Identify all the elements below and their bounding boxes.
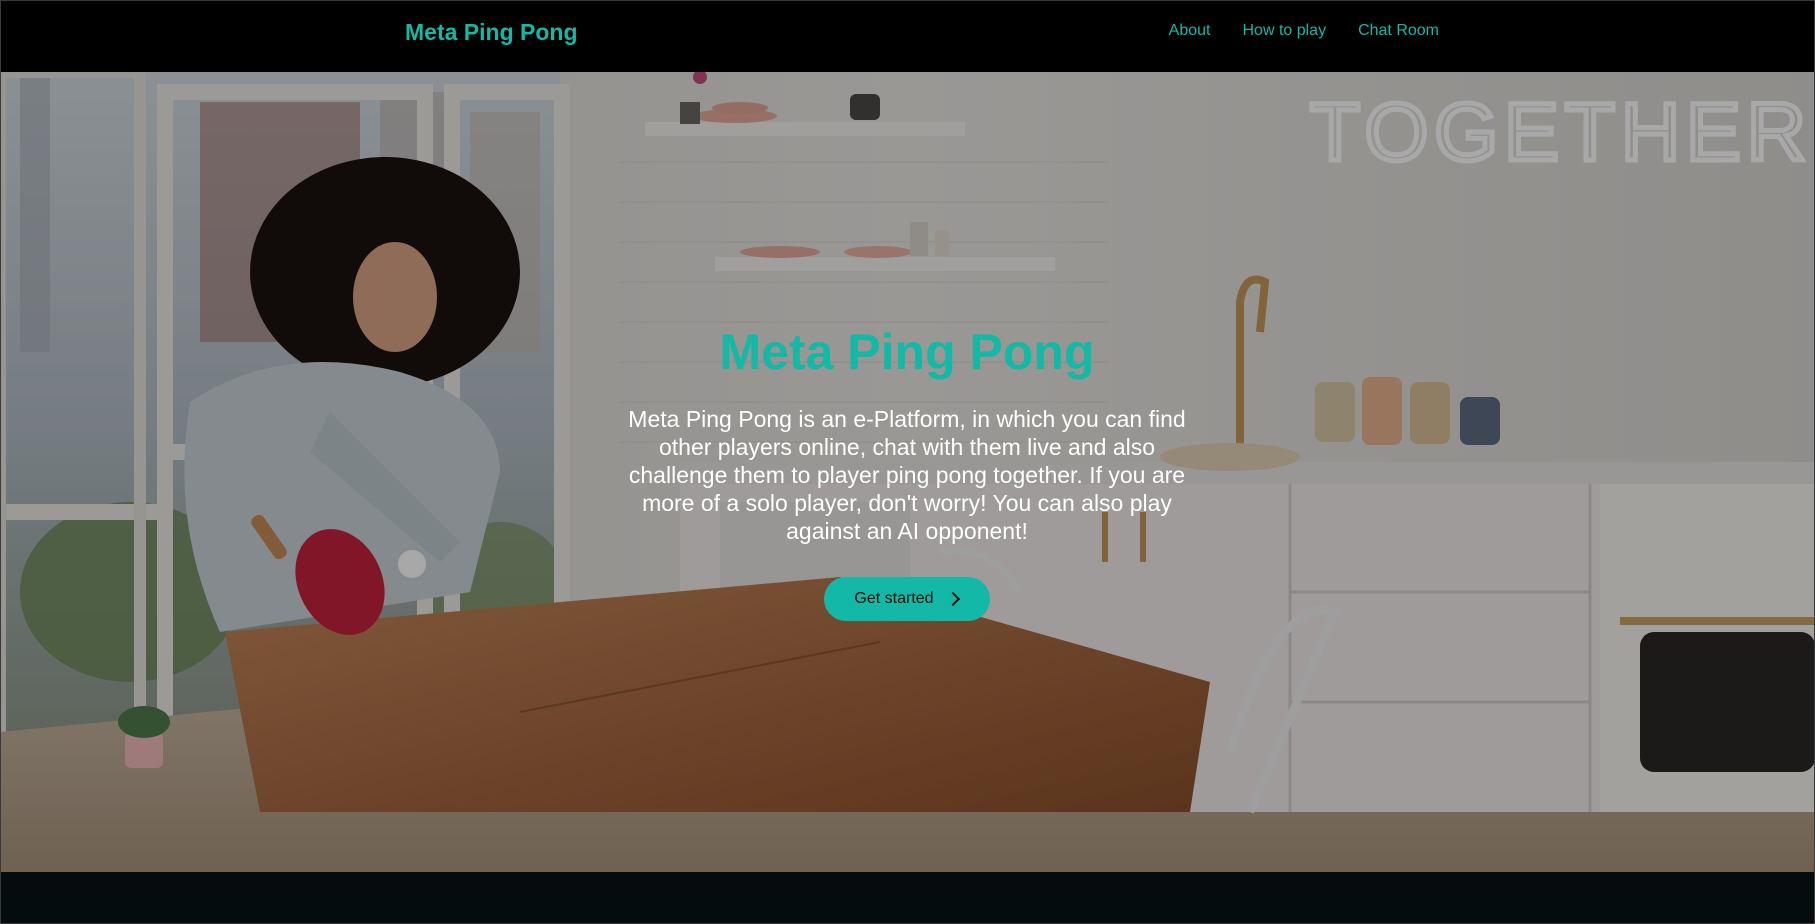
hero-title: Meta Ping Pong <box>719 324 1095 380</box>
nav-link-about[interactable]: About <box>1169 21 1211 41</box>
hero-content: Meta Ping Pong Meta Ping Pong is an e-Pl… <box>607 322 1207 621</box>
nav-link-how-to-play[interactable]: How to play <box>1242 21 1326 41</box>
get-started-button[interactable]: Get started <box>824 577 990 621</box>
nav-link-chat-room[interactable]: Chat Room <box>1358 21 1439 41</box>
nav-links: About How to play Chat Room <box>1169 21 1439 41</box>
page-bottom-band <box>0 872 1815 924</box>
brand-logo-link[interactable]: Meta Ping Pong <box>405 18 578 46</box>
hero-section: TOGETHER Meta Ping Pong Meta Ping Pong i… <box>0 72 1815 872</box>
get-started-label: Get started <box>854 590 934 607</box>
hero-description: Meta Ping Pong is an e-Platform, in whic… <box>628 406 1186 544</box>
chevron-right-icon <box>945 591 960 607</box>
top-navbar: Meta Ping Pong About How to play Chat Ro… <box>0 0 1815 72</box>
